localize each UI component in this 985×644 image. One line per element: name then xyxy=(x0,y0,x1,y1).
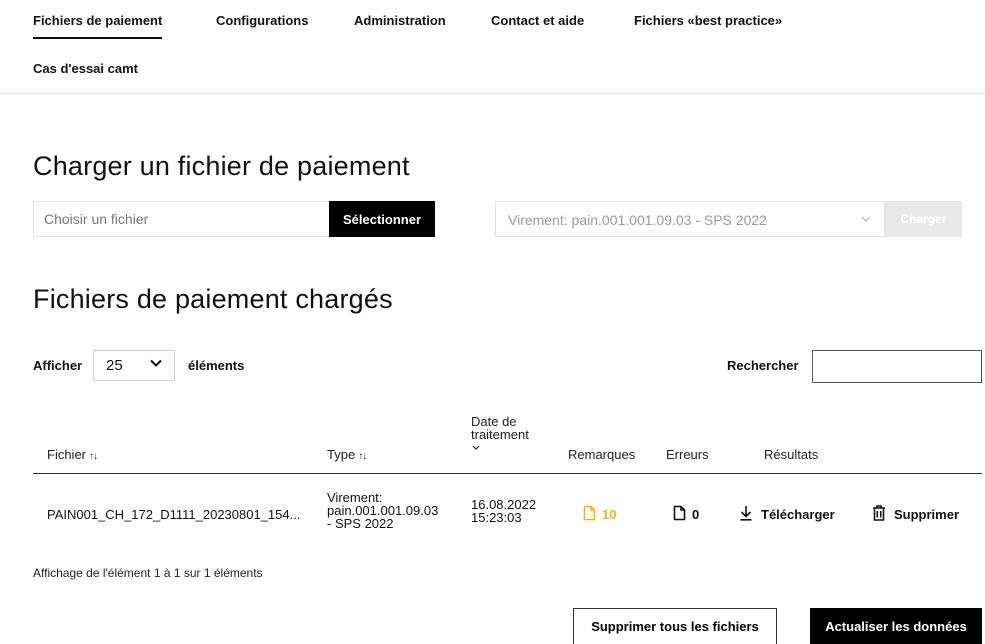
file-input[interactable] xyxy=(33,201,329,237)
download-label: Télécharger xyxy=(761,507,835,522)
remarks-count-value: 10 xyxy=(602,507,617,522)
files-section-title: Fichiers de paiement chargés xyxy=(33,284,393,314)
nav-item-contact-help[interactable]: Contact et aide xyxy=(491,13,584,28)
file-name-cell: PAIN001_CH_172_D1111_20230801_154... xyxy=(47,507,301,522)
nav-item-payment-files[interactable]: Fichiers de paiement xyxy=(33,13,163,39)
errors-count[interactable]: 0 xyxy=(673,505,699,524)
processing-time: 15:23:03 xyxy=(471,510,522,525)
top-navigation: Fichiers de paiement Configurations Admi… xyxy=(0,0,985,94)
sort-arrows-icon: ↑↓ xyxy=(358,451,367,462)
elements-label: éléments xyxy=(188,358,245,373)
column-header-file[interactable]: Fichier ↑↓ xyxy=(47,447,98,463)
chevron-down-icon xyxy=(860,212,872,228)
trash-icon xyxy=(872,505,886,524)
nav-item-camt-test-cases[interactable]: Cas d'essai camt xyxy=(33,61,138,76)
remarks-count[interactable]: 10 xyxy=(583,505,616,524)
payment-type-select[interactable]: Virement: pain.001.001.09.03 - SPS 2022 xyxy=(495,201,885,237)
file-type-cell: Virement: pain.001.001.09.03 - SPS 2022 xyxy=(327,491,438,530)
delete-all-files-button[interactable]: Supprimer tous les fichiers xyxy=(573,608,777,644)
page-length-select[interactable]: 25 xyxy=(93,350,175,381)
column-header-date[interactable]: Date de traitement xyxy=(471,415,529,454)
delete-button[interactable]: Supprimer xyxy=(872,505,959,524)
download-button[interactable]: Télécharger xyxy=(739,505,835,524)
column-header-type-label: Type xyxy=(327,447,356,462)
load-button[interactable]: Charger xyxy=(885,201,962,237)
errors-count-value: 0 xyxy=(692,507,700,522)
delete-label: Supprimer xyxy=(894,507,960,522)
chevron-down-icon xyxy=(471,441,529,454)
refresh-data-button[interactable]: Actualiser les données xyxy=(810,608,982,644)
column-header-file-label: Fichier xyxy=(47,447,87,462)
search-input[interactable] xyxy=(812,350,982,383)
column-header-remarks: Remarques xyxy=(568,447,636,462)
nav-item-administration[interactable]: Administration xyxy=(354,13,446,28)
upload-section-title: Charger un fichier de paiement xyxy=(33,151,410,181)
processing-date-cell: 16.08.2022 15:23:03 xyxy=(471,498,536,524)
sort-arrows-icon: ↑↓ xyxy=(89,451,98,462)
show-label: Afficher xyxy=(33,358,83,373)
chevron-down-icon xyxy=(148,355,164,375)
document-icon xyxy=(583,505,596,524)
column-header-date-line2: traitement xyxy=(471,427,529,442)
download-icon xyxy=(739,505,753,524)
nav-item-best-practice[interactable]: Fichiers «best practice» xyxy=(634,13,782,28)
page-length-value: 25 xyxy=(106,357,123,374)
column-header-type[interactable]: Type ↑↓ xyxy=(327,447,367,463)
payment-type-value: Virement: pain.001.001.09.03 - SPS 2022 xyxy=(508,212,767,228)
file-type-line3: - SPS 2022 xyxy=(327,516,394,531)
table-info: Affichage de l'élément 1 à 1 sur 1 éléme… xyxy=(33,566,263,580)
document-icon xyxy=(673,505,686,524)
select-file-button[interactable]: Sélectionner xyxy=(329,201,435,237)
column-header-results: Résultats xyxy=(764,447,819,462)
nav-item-configurations[interactable]: Configurations xyxy=(216,13,308,28)
search-label: Rechercher xyxy=(727,358,799,373)
table-header-divider xyxy=(33,473,982,474)
column-header-errors: Erreurs xyxy=(666,447,709,462)
